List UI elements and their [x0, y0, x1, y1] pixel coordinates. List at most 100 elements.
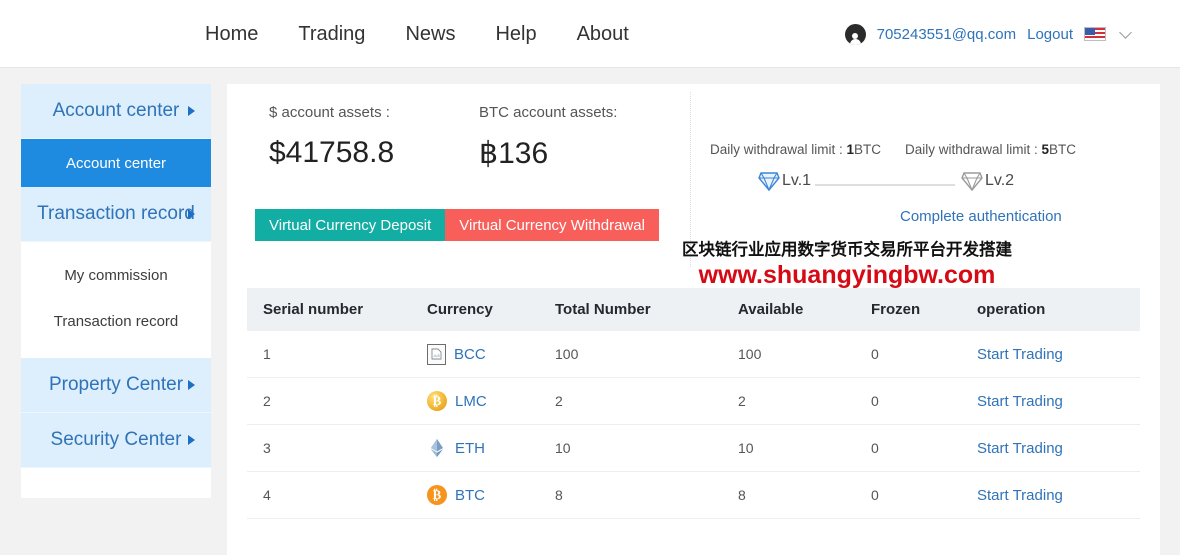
btc-account-block: BTC account assets: ฿136	[479, 104, 617, 171]
table-row: 4 ₿ BTC 8 8 0 Start Trading	[247, 472, 1140, 519]
sidebar-footer-panel	[21, 468, 211, 498]
nav-item-home[interactable]: Home	[205, 23, 258, 46]
cell-available: 10	[738, 440, 871, 456]
column-header-currency: Currency	[427, 301, 555, 318]
cell-total: 10	[555, 440, 738, 456]
cell-frozen: 0	[871, 346, 977, 362]
cell-operation: Start Trading	[977, 346, 1127, 363]
sidebar-active-label: Account center	[66, 155, 166, 172]
main-navigation: Home Trading News Help About	[205, 0, 629, 68]
column-header-frozen: Frozen	[871, 301, 977, 318]
virtual-currency-withdrawal-button[interactable]: Virtual Currency Withdrawal	[445, 209, 659, 241]
level-2-badge: Lv.2	[960, 170, 1014, 192]
eth-coin-icon	[427, 438, 447, 458]
cell-frozen: 0	[871, 393, 977, 409]
limit-prefix-2: Daily withdrawal limit :	[905, 142, 1042, 157]
currency-name: ETH	[455, 440, 485, 457]
caret-right-icon	[188, 435, 195, 445]
vertical-divider	[690, 92, 691, 267]
cell-serial: 2	[247, 393, 427, 409]
sidebar-group-label: Security Center	[51, 429, 182, 451]
table-row: 2 ₿ LMC 2 2 0 Start Trading	[247, 378, 1140, 425]
level-1-badge: Lv.1	[757, 170, 811, 192]
limit-value-2: 5	[1042, 142, 1050, 157]
usd-assets-label: $ account assets :	[269, 104, 394, 121]
limit-suffix-2: BTC	[1049, 142, 1076, 157]
cell-operation: Start Trading	[977, 393, 1127, 410]
cell-serial: 3	[247, 440, 427, 456]
assets-summary: $ account assets : $41758.8 BTC account …	[227, 84, 1160, 284]
daily-limit-lv1: Daily withdrawal limit : 1BTC	[710, 142, 881, 157]
start-trading-link[interactable]: Start Trading	[977, 440, 1063, 457]
user-avatar-icon	[845, 24, 866, 45]
sidebar-item-property-center[interactable]: Property Center	[21, 358, 211, 413]
sidebar-item-account-center[interactable]: Account center	[21, 84, 211, 139]
complete-authentication-link[interactable]: Complete authentication	[900, 208, 1062, 225]
nav-item-trading[interactable]: Trading	[298, 23, 365, 46]
cell-available: 100	[738, 346, 871, 362]
chevron-down-icon[interactable]	[1119, 26, 1132, 39]
currency-name: BTC	[455, 487, 485, 504]
level-1-label: Lv.1	[782, 172, 811, 190]
lmc-coin-icon: ₿	[427, 391, 447, 411]
sidebar-item-security-center[interactable]: Security Center	[21, 413, 211, 468]
currency-name: LMC	[455, 393, 487, 410]
column-header-total-number: Total Number	[555, 301, 738, 318]
site-header: Home Trading News Help About 705243551@q…	[0, 0, 1180, 68]
start-trading-link[interactable]: Start Trading	[977, 346, 1063, 363]
sidebar-subitem-transaction-record[interactable]: Transaction record	[21, 298, 211, 344]
level-progress-row: Lv.1 Lv.2	[705, 170, 1145, 198]
sidebar-active-item-account-center[interactable]: Account center	[21, 139, 211, 187]
limit-prefix-1: Daily withdrawal limit :	[710, 142, 847, 157]
cell-currency: BCC	[427, 344, 555, 365]
usd-account-block: $ account assets : $41758.8	[269, 104, 394, 170]
diamond-icon-active	[757, 170, 781, 192]
level-progress-bar	[815, 184, 955, 186]
sidebar-item-transaction-record[interactable]: Transaction record	[21, 187, 211, 242]
cell-serial: 1	[247, 346, 427, 362]
user-area: 705243551@qq.com Logout	[845, 0, 1130, 68]
sidebar: Account center Account center Transactio…	[21, 84, 211, 498]
cell-currency: ₿ BTC	[427, 485, 555, 505]
start-trading-link[interactable]: Start Trading	[977, 487, 1063, 504]
currency-name: BCC	[454, 346, 486, 363]
table-header-row: Serial number Currency Total Number Avai…	[247, 288, 1140, 331]
virtual-currency-deposit-button[interactable]: Virtual Currency Deposit	[255, 209, 445, 241]
cell-operation: Start Trading	[977, 440, 1127, 457]
nav-item-about[interactable]: About	[577, 23, 629, 46]
column-header-operation: operation	[977, 301, 1127, 318]
cell-total: 8	[555, 487, 738, 503]
daily-limit-lv2: Daily withdrawal limit : 5BTC	[905, 142, 1076, 157]
usd-assets-value: $41758.8	[269, 136, 394, 170]
cell-frozen: 0	[871, 440, 977, 456]
sidebar-subitem-my-commission[interactable]: My commission	[21, 252, 211, 298]
broken-image-icon	[427, 344, 446, 365]
caret-right-icon	[188, 380, 195, 390]
us-flag-icon[interactable]	[1084, 27, 1106, 41]
cell-available: 8	[738, 487, 871, 503]
main-panel: $ account assets : $41758.8 BTC account …	[227, 84, 1160, 555]
nav-item-help[interactable]: Help	[495, 23, 536, 46]
table-row: 1 BCC 100 100 0 Start Trading	[247, 331, 1140, 378]
nav-item-news[interactable]: News	[405, 23, 455, 46]
column-header-serial-number: Serial number	[247, 301, 427, 318]
diamond-icon-inactive	[960, 170, 984, 192]
limit-value-1: 1	[847, 142, 855, 157]
btc-coin-icon: ₿	[427, 485, 447, 505]
sidebar-submenu: My commission Transaction record	[21, 242, 211, 358]
logout-button[interactable]: Logout	[1027, 26, 1073, 43]
start-trading-link[interactable]: Start Trading	[977, 393, 1063, 410]
user-email-label[interactable]: 705243551@qq.com	[877, 26, 1017, 43]
cell-currency: ₿ LMC	[427, 391, 555, 411]
column-header-available: Available	[738, 301, 871, 318]
limit-suffix-1: BTC	[854, 142, 881, 157]
asset-action-buttons: Virtual Currency Deposit Virtual Currenc…	[255, 209, 659, 241]
sidebar-group-label: Property Center	[49, 374, 183, 396]
sidebar-group-label: Transaction record	[37, 203, 195, 225]
cell-currency: ETH	[427, 438, 555, 458]
cell-operation: Start Trading	[977, 487, 1127, 504]
cell-total: 2	[555, 393, 738, 409]
table-row: 3 ETH 10 10 0 Start Trading	[247, 425, 1140, 472]
level-2-label: Lv.2	[985, 172, 1014, 190]
cell-total: 100	[555, 346, 738, 362]
